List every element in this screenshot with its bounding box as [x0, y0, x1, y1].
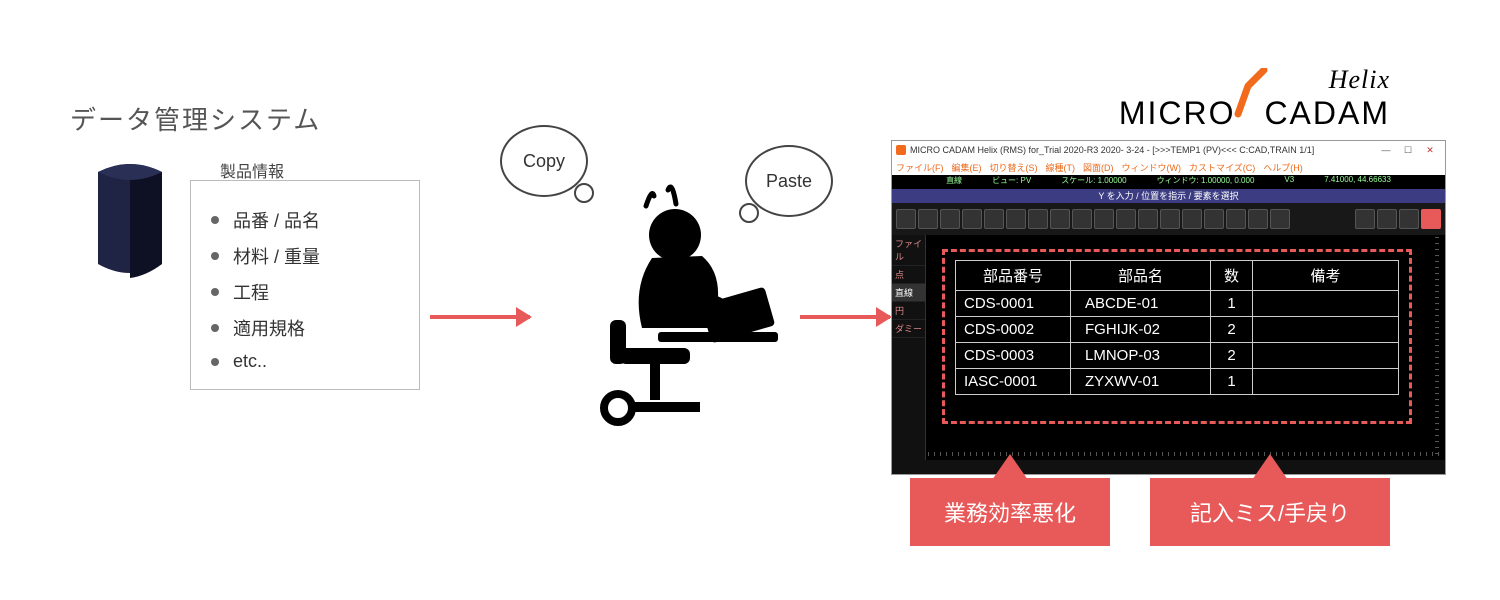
- product-info-title: 製品情報: [220, 158, 284, 182]
- cad-title-text: MICRO CADAM Helix (RMS) for_Trial 2020-R…: [910, 145, 1314, 155]
- sidebar-item[interactable]: ファイル: [892, 235, 925, 266]
- menu-item[interactable]: ヘルプ(H): [1263, 161, 1303, 174]
- cad-titlebar: MICRO CADAM Helix (RMS) for_Trial 2020-R…: [892, 141, 1445, 159]
- highlighted-parts-table: 部品番号 部品名 数 備考 CDS-0001 ABCDE-01 1 CDS-00…: [942, 249, 1412, 424]
- menu-item[interactable]: 編集(E): [952, 161, 982, 174]
- product-logo: Helix MICRO CADAM: [1119, 65, 1390, 132]
- menu-item[interactable]: 切り替え(S): [990, 161, 1038, 174]
- cad-status-line1: 直線 ビュー: PV スケール: 1.00000 ウィンドウ: 1.00000,…: [892, 175, 1445, 189]
- product-info-item: 工程: [211, 279, 407, 305]
- app-icon: [896, 145, 906, 155]
- product-info-box: 品番 / 品名 材料 / 重量 工程 適用規格 etc..: [190, 180, 420, 390]
- arrow-icon: [430, 315, 530, 319]
- logo-cadam: CADAM: [1264, 95, 1390, 131]
- cad-sidebar[interactable]: ファイル 点 直線 円 ダミー: [892, 235, 926, 460]
- ruler-vertical-icon: [1435, 237, 1439, 456]
- cad-status-line2: Y を入力 / 位置を指示 / 要素を選択: [892, 189, 1445, 203]
- cad-toolbar[interactable]: [892, 203, 1445, 235]
- table-row: CDS-0001 ABCDE-01 1: [956, 291, 1399, 317]
- th-part-number: 部品番号: [956, 261, 1071, 291]
- left-section-title: データ管理システム: [70, 100, 321, 137]
- arrow-icon: [800, 315, 890, 319]
- table-row: CDS-0003 LMNOP-03 2: [956, 343, 1399, 369]
- table-row: CDS-0002 FGHIJK-02 2: [956, 317, 1399, 343]
- parts-table: 部品番号 部品名 数 備考 CDS-0001 ABCDE-01 1 CDS-00…: [955, 260, 1399, 395]
- callout-errors: 記入ミス/手戻り: [1150, 478, 1390, 546]
- window-controls[interactable]: —☐✕: [1375, 145, 1441, 156]
- th-qty: 数: [1211, 261, 1253, 291]
- menu-item[interactable]: ウィンドウ(W): [1122, 161, 1182, 174]
- menu-item[interactable]: 線種(T): [1046, 161, 1076, 174]
- cad-footer: [892, 460, 1445, 474]
- menu-item[interactable]: ファイル(F): [896, 161, 944, 174]
- sidebar-item[interactable]: 点: [892, 266, 925, 284]
- product-info-item: etc..: [211, 351, 407, 372]
- callout-efficiency: 業務効率悪化: [910, 478, 1110, 546]
- product-info-item: 品番 / 品名: [211, 207, 407, 233]
- person-at-laptop-icon: [560, 180, 780, 430]
- cad-window: MICRO CADAM Helix (RMS) for_Trial 2020-R…: [891, 140, 1446, 475]
- sidebar-item[interactable]: ダミー: [892, 320, 925, 338]
- menu-item[interactable]: カストマイズ(C): [1189, 161, 1255, 174]
- sidebar-item[interactable]: 円: [892, 302, 925, 320]
- menu-item[interactable]: 図面(D): [1083, 161, 1114, 174]
- server-icon: [90, 160, 170, 280]
- product-info-item: 適用規格: [211, 315, 407, 341]
- cad-menubar[interactable]: ファイル(F) 編集(E) 切り替え(S) 線種(T) 図面(D) ウィンドウ(…: [892, 159, 1445, 175]
- table-row: IASC-0001 ZYXWV-01 1: [956, 369, 1399, 395]
- th-part-name: 部品名: [1071, 261, 1211, 291]
- product-info-item: 材料 / 重量: [211, 243, 407, 269]
- th-notes: 備考: [1253, 261, 1399, 291]
- sidebar-item[interactable]: 直線: [892, 284, 925, 302]
- logo-micro: MICRO: [1119, 95, 1236, 131]
